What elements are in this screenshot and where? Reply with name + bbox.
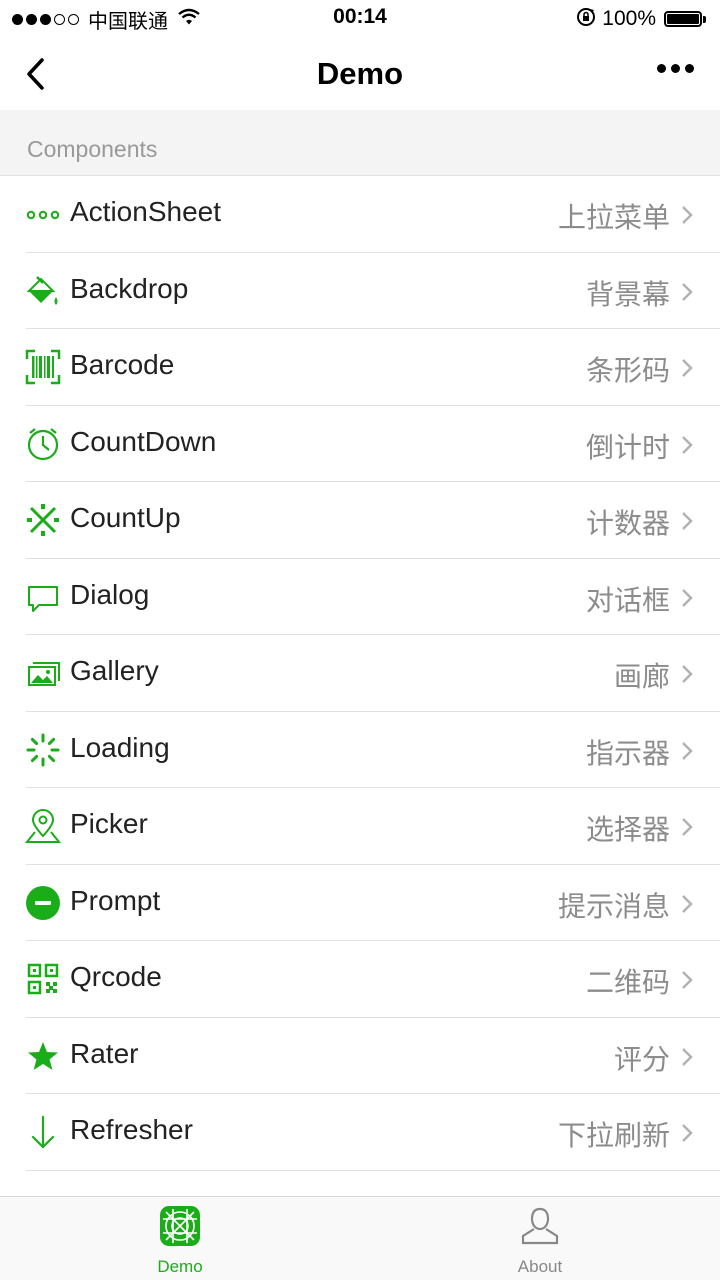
item-description: 下拉刷新 [557,1119,670,1152]
rotation-lock-icon [576,7,596,32]
chevron-right-icon [680,1046,694,1068]
chevron-right-icon [680,434,694,456]
list-item-loading[interactable]: Loading 指示器 [0,712,720,789]
more-dot [671,64,680,73]
signal-dot [68,13,79,25]
battery-cap [703,15,706,23]
tab-label: Demo [157,1257,203,1276]
location-pin-icon [25,808,61,844]
status-right: 100% [576,6,706,32]
list-item-dialog[interactable]: Dialog 对话框 [0,559,720,636]
item-title: Backdrop [70,272,189,304]
star-icon [25,1038,61,1074]
gallery-icon [25,655,61,691]
carrier-name: 中国联通 [88,8,168,33]
status-left: 中国联通 [12,6,200,33]
list-item-prompt[interactable]: Prompt 提示消息 [0,865,720,942]
chevron-right-icon [680,281,694,303]
counter-icon [25,502,61,538]
item-title: CountUp [70,502,181,533]
page-title: Demo [316,56,404,91]
item-description: 评分 [613,1042,670,1076]
item-title: Barcode [70,349,175,380]
chevron-right-icon [680,357,694,379]
item-title: CountDown [70,425,217,457]
tab-demo[interactable]: Demo [0,1197,360,1280]
item-title: Refresher [70,1114,193,1145]
item-description: 条形码 [585,354,670,387]
signal-dot [26,13,37,25]
item-description: 画廊 [613,660,670,693]
list-item-refresher[interactable]: Refresher 下拉刷新 [0,1094,720,1171]
chevron-right-icon [680,510,694,532]
user-icon [519,1205,561,1247]
battery-percent: 100% [602,7,656,30]
demo-grid-icon [159,1205,201,1247]
signal-dot [40,13,51,25]
item-title: ActionSheet [70,196,221,227]
battery-icon [664,11,702,27]
item-description: 上拉菜单 [557,201,670,234]
item-title: Dialog [70,578,150,610]
item-title: Rater [70,1037,139,1069]
tab-label: About [517,1257,563,1276]
item-title: Prompt [70,884,161,916]
qrcode-icon [25,961,61,997]
list-item-qrcode[interactable]: Qrcode 二维码 [0,941,720,1018]
list-item-gallery[interactable]: Gallery 画廊 [0,635,720,712]
arrow-down-icon [25,1114,61,1150]
list-item-picker[interactable]: Picker 选择器 [0,788,720,865]
item-description: 二维码 [585,966,670,999]
item-description: 对话框 [585,583,670,617]
section-title: Components [27,136,158,162]
item-description: 指示器 [585,736,670,770]
chevron-right-icon [680,969,694,991]
item-description: 提示消息 [557,889,670,923]
battery-fill [667,14,699,24]
section-header: Components [0,110,720,176]
clock-icon [25,426,61,462]
list-item-countdown[interactable]: CountDown 倒计时 [0,406,720,483]
item-description: 计数器 [585,507,670,540]
chat-bubble-icon [25,579,61,615]
more-dot [685,64,694,73]
item-title: Picker [70,808,148,839]
signal-dot [54,13,65,25]
screen: 中国联通 00:14 100% Demo Components ActionSh… [0,0,720,1280]
wifi-icon [178,8,200,31]
signal-dot [12,13,23,25]
status-bar: 中国联通 00:14 100% [0,0,720,38]
list-item-countup[interactable]: CountUp 计数器 [0,482,720,559]
item-title: Loading [70,731,170,763]
component-list[interactable]: ActionSheet 上拉菜单 Backdrop 背景幕 Barcode 条形… [0,176,720,1196]
barcode-icon [25,349,61,385]
spinner-icon [25,732,61,768]
item-title: Gallery [70,655,159,686]
more-dot [657,64,666,73]
list-item-barcode[interactable]: Barcode 条形码 [0,329,720,406]
more-dots-icon[interactable] [652,64,694,73]
chevron-right-icon [680,663,694,685]
tab-bar: Demo About [0,1196,720,1280]
chevron-right-icon [680,816,694,838]
chevron-right-icon [680,740,694,762]
item-title: Qrcode [70,961,162,992]
list-item-backdrop[interactable]: Backdrop 背景幕 [0,253,720,330]
chevron-right-icon [680,1122,694,1144]
minus-circle-icon [25,885,61,921]
dots-icon [25,196,61,232]
item-description: 选择器 [585,813,670,846]
chevron-right-icon [680,893,694,915]
chevron-right-icon [680,587,694,609]
navigation-bar: Demo [0,38,720,110]
paint-bucket-icon [25,273,61,309]
list-item-actionsheet[interactable]: ActionSheet 上拉菜单 [0,176,720,253]
item-description: 倒计时 [585,430,670,464]
list-item-rater[interactable]: Rater 评分 [0,1018,720,1095]
chevron-right-icon [680,204,694,226]
tab-about[interactable]: About [360,1197,720,1280]
item-description: 背景幕 [585,277,670,311]
